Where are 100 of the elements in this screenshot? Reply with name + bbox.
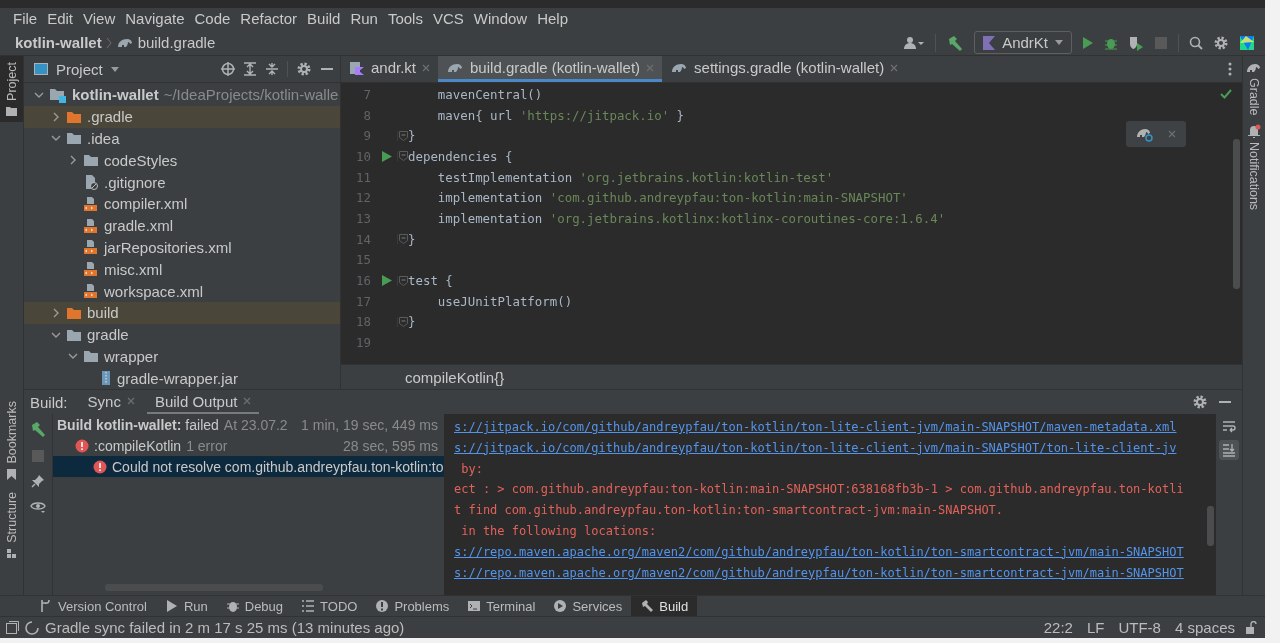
run-configuration-dropdown[interactable]: AndrKt xyxy=(974,31,1072,54)
breadcrumb-separator-icon xyxy=(105,36,112,49)
menu-item[interactable]: Build xyxy=(302,8,346,30)
soft-wrap-icon[interactable] xyxy=(1222,420,1236,434)
eye-icon[interactable] xyxy=(30,500,46,514)
chevron-right-icon[interactable] xyxy=(51,111,61,122)
editor-tab[interactable]: build.gradle (kotlin-wallet) xyxy=(438,56,663,82)
menu-item[interactable]: Refactor xyxy=(235,8,303,30)
breadcrumb-item[interactable]: build.gradle xyxy=(137,34,216,51)
menu-item[interactable]: Window xyxy=(468,8,533,30)
menu-item[interactable]: Edit xyxy=(42,8,79,30)
collapse-all-icon[interactable] xyxy=(265,62,279,76)
tree-item[interactable]: gradle-wrapper.jar xyxy=(24,367,340,389)
tool-window-button[interactable]: Build xyxy=(631,596,698,616)
tree-item[interactable]: kotlin-wallet ~/IdeaProjects/kotlin-walle xyxy=(24,84,340,106)
status-message[interactable]: Gradle sync failed in 2 m 17 s 25 ms (13 minutes ago) xyxy=(45,619,405,636)
tree-item[interactable]: .idea xyxy=(24,127,340,150)
user-icon[interactable] xyxy=(903,35,926,50)
fold-icon[interactable] xyxy=(398,234,408,245)
more-icon[interactable] xyxy=(1228,62,1232,76)
menu-item[interactable]: Help xyxy=(532,8,574,30)
tool-window-tab[interactable]: Project xyxy=(0,56,23,122)
build-tree-item[interactable]: Build kotlin-wallet: failed At 23.07.2 1 min, 19 sec, 449 ms xyxy=(53,414,444,435)
tool-window-button[interactable]: Run xyxy=(155,596,217,616)
build-tab[interactable]: Sync xyxy=(79,390,143,414)
panel-toggle-icon[interactable] xyxy=(6,621,19,634)
error-icon xyxy=(93,459,107,474)
fold-icon[interactable] xyxy=(398,275,408,286)
menu-item[interactable]: Code xyxy=(189,8,236,30)
pin-icon[interactable] xyxy=(31,474,45,488)
chevron-right-icon[interactable] xyxy=(68,155,78,166)
menu-item[interactable]: File xyxy=(8,8,43,30)
chevron-right-icon[interactable] xyxy=(51,307,61,318)
bug-icon xyxy=(225,599,240,613)
tool-window-button[interactable]: Problems xyxy=(366,596,459,616)
build-tree-item[interactable]: Could not resolve com.github.andreypfau.ton-kotlin:to xyxy=(53,456,444,477)
logo-icon[interactable] xyxy=(1239,34,1255,51)
console-link[interactable]: s://repo.maven.apache.org/maven2/com/github/andreypfau/ton-kotlin/ton-smartcontract-jvm/main-SNAPSHOT xyxy=(454,541,1184,563)
expand-all-icon[interactable] xyxy=(243,62,257,76)
tool-window-button[interactable]: Services xyxy=(544,596,632,616)
tool-window-tab[interactable]: Gradle xyxy=(1243,62,1265,116)
status-bar-widget[interactable]: LF xyxy=(1082,619,1109,636)
close-icon xyxy=(243,397,252,405)
hammer-icon[interactable] xyxy=(946,33,965,52)
tool-window-button[interactable]: Version Control xyxy=(30,596,156,616)
breadcrumb-item[interactable]: kotlin-wallet xyxy=(15,34,102,51)
run-icon[interactable] xyxy=(382,275,392,287)
scrollbar-thumb[interactable] xyxy=(1207,506,1214,546)
build-tree-item[interactable]: :compileKotlin 1 error 28 sec, 595 ms xyxy=(53,435,444,456)
coverage-icon[interactable] xyxy=(1128,34,1144,51)
code-breadcrumb[interactable]: compileKotlin{} xyxy=(405,368,505,386)
settings-icon[interactable] xyxy=(1192,394,1208,410)
tree-item[interactable]: gradle.xml xyxy=(24,214,340,237)
gradle-sync-popup[interactable] xyxy=(1126,121,1186,147)
tree-item[interactable]: misc.xml xyxy=(24,258,340,281)
status-bar-widget[interactable]: 4 spaces xyxy=(1170,619,1239,636)
fold-icon[interactable] xyxy=(398,130,408,141)
hammer-icon[interactable] xyxy=(29,420,47,438)
settings-icon[interactable] xyxy=(1213,34,1229,51)
settings-icon[interactable] xyxy=(296,61,312,77)
tree-item[interactable]: gradle xyxy=(24,323,340,346)
menu-item[interactable]: Navigate xyxy=(120,8,190,30)
editor-tab[interactable]: settings.gradle (kotlin-wallet) xyxy=(662,56,907,82)
status-bar-widget[interactable]: UTF-8 xyxy=(1114,619,1165,636)
run-icon[interactable] xyxy=(382,150,392,162)
search-icon[interactable] xyxy=(1189,35,1203,50)
tree-item[interactable]: jarRepositories.xml xyxy=(24,236,340,259)
tree-item[interactable]: wrapper xyxy=(24,345,340,368)
tool-window-tab[interactable]: Notifications xyxy=(1243,123,1265,210)
error-count: 1 error xyxy=(186,437,228,454)
close-icon[interactable] xyxy=(1168,130,1176,138)
console-link[interactable]: s://repo.maven.apache.org/maven2/com/github/andreypfau/ton-kotlin/ton-smartcontract-jvm/main-SNAPSHOT xyxy=(454,562,1184,584)
tree-item[interactable]: .gitignore xyxy=(24,171,340,193)
menu-item[interactable]: VCS xyxy=(427,8,469,30)
build-tab[interactable]: Build Output xyxy=(146,390,260,414)
menu-item[interactable]: Run xyxy=(345,8,383,30)
run-icon[interactable] xyxy=(1082,35,1094,50)
project-view-dropdown[interactable]: Project xyxy=(34,60,119,78)
locate-icon[interactable] xyxy=(221,62,235,76)
status-bar-widget[interactable]: 22:2 xyxy=(1039,619,1077,636)
editor-tab[interactable]: andr.kt xyxy=(341,56,439,82)
tree-item[interactable]: compiler.xml xyxy=(24,193,340,215)
fold-icon[interactable] xyxy=(398,151,408,162)
scrollbar-thumb[interactable] xyxy=(1233,139,1240,289)
tree-item[interactable]: .gradle xyxy=(24,105,340,128)
tree-item[interactable]: workspace.xml xyxy=(24,280,340,302)
menu-item[interactable]: Tools xyxy=(382,8,428,30)
tool-window-tab[interactable]: Bookmarks xyxy=(0,394,23,487)
tool-window-tab[interactable]: Structure xyxy=(0,486,23,565)
tool-window-button[interactable]: Debug xyxy=(216,596,293,616)
console-link[interactable]: s://jitpack.io/com/github/andreypfau/ton-kotlin/ton-lite-client-jvm/main-SNAPSHOT/ton-lite-client-jv xyxy=(454,437,1177,459)
tree-item[interactable]: codeStyles xyxy=(24,149,340,172)
fold-icon[interactable] xyxy=(398,316,408,327)
unlocked-icon[interactable] xyxy=(1245,621,1257,634)
tool-window-button[interactable]: Terminal xyxy=(458,596,545,616)
tool-window-button[interactable]: TODO xyxy=(292,596,367,616)
tree-item[interactable]: build xyxy=(24,301,340,324)
console-link[interactable]: s://jitpack.io/com/github/andreypfau/ton-kotlin/ton-lite-client-jvm/main-SNAPSHOT/maven-metadata.xml xyxy=(454,417,1177,438)
menu-item[interactable]: View xyxy=(78,8,121,30)
scroll-to-end-toggle[interactable] xyxy=(1219,440,1239,460)
